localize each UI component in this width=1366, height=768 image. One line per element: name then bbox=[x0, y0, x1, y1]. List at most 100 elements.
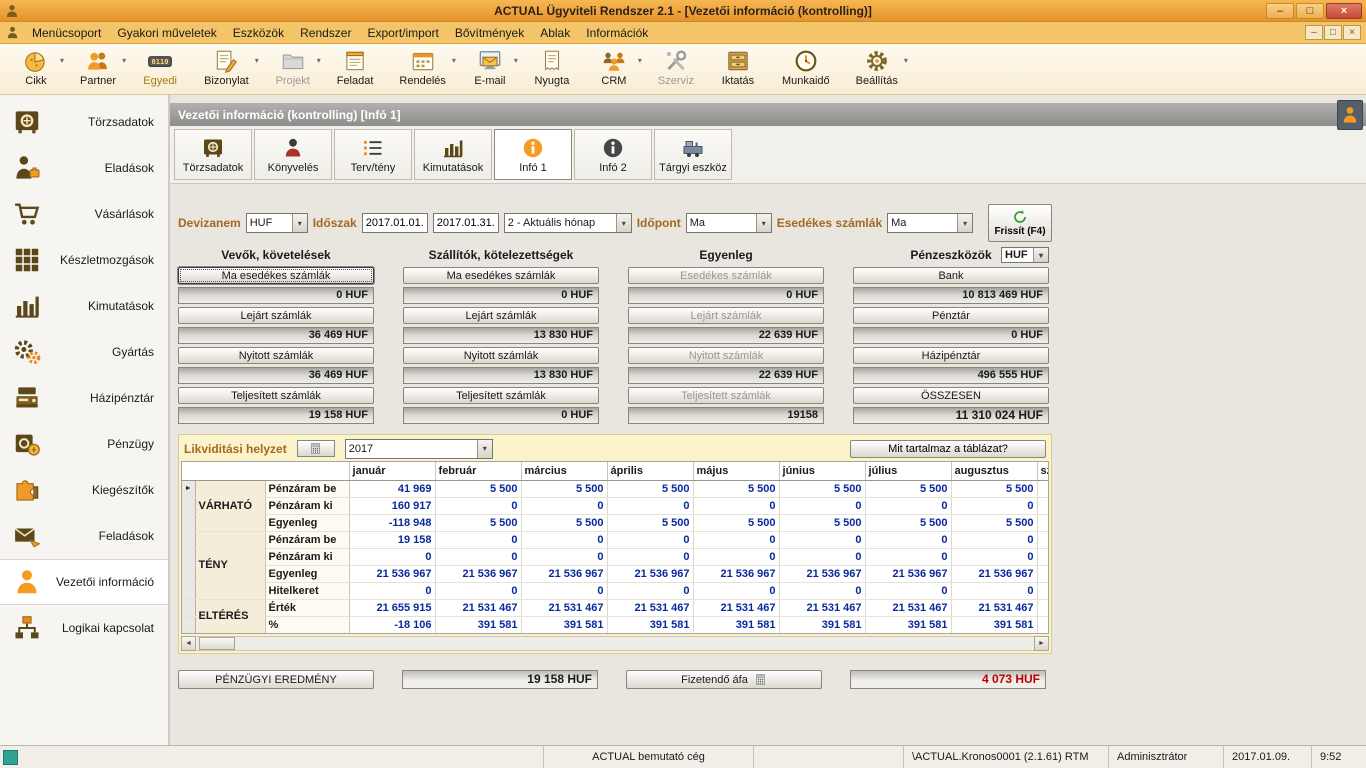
sidebar-item-vasarlasok[interactable]: Vásárlások bbox=[0, 191, 168, 237]
row-selector[interactable] bbox=[182, 531, 195, 548]
row-selector-arrow[interactable]: ► bbox=[182, 480, 195, 497]
date-from-input[interactable] bbox=[362, 213, 428, 233]
mdi-close-button[interactable]: × bbox=[1343, 25, 1361, 40]
summary-button-hazipenztar[interactable]: Házipénztár bbox=[853, 347, 1049, 364]
chevron-down-icon[interactable]: ▾ bbox=[60, 56, 64, 65]
row-selector[interactable] bbox=[182, 616, 195, 633]
summary-button-nyitott-szamlak[interactable]: Nyitott számlák bbox=[403, 347, 599, 364]
mdi-minimize-button[interactable]: – bbox=[1305, 25, 1323, 40]
summary-button-penztar[interactable]: Pénztár bbox=[853, 307, 1049, 324]
summary-button-teljesitett-szamlak[interactable]: Teljesített számlák bbox=[178, 387, 374, 404]
toolbar-item-feladat[interactable]: Feladat bbox=[329, 46, 382, 94]
summary-button-teljesitett-szamlak[interactable]: Teljesített számlák bbox=[403, 387, 599, 404]
tab-info-2[interactable]: Infó 2 bbox=[574, 129, 652, 180]
chevron-down-icon[interactable]: ▾ bbox=[255, 56, 259, 65]
tab-info-1[interactable]: Infó 1 bbox=[494, 129, 572, 180]
toolbar-item-szerviz[interactable]: Szerviz bbox=[650, 46, 702, 94]
toolbar-item-munkaido[interactable]: Munkaidő bbox=[774, 46, 838, 94]
due-select[interactable]: Ma ▾ bbox=[887, 213, 973, 233]
row-label: Hitelkeret bbox=[265, 582, 349, 599]
toolbar-item-e-mail[interactable]: ▾E-mail bbox=[464, 46, 516, 94]
toolbar-item-egyedi[interactable]: 0110Egyedi bbox=[134, 46, 186, 94]
scroll-right-button[interactable]: ► bbox=[1034, 636, 1049, 651]
chevron-down-icon[interactable]: ▾ bbox=[317, 56, 321, 65]
toolbar-item-projekt[interactable]: ▾Projekt bbox=[267, 46, 319, 94]
toolbar-item-nyugta[interactable]: Nyugta bbox=[526, 46, 578, 94]
chevron-down-icon[interactable]: ▾ bbox=[904, 56, 908, 65]
toolbar-item-beallitas[interactable]: ▾Beállítás bbox=[848, 46, 906, 94]
minimize-button[interactable]: – bbox=[1266, 3, 1294, 19]
close-button[interactable]: × bbox=[1326, 3, 1362, 19]
date-to-input[interactable] bbox=[433, 213, 499, 233]
summary-button-bank[interactable]: Bank bbox=[853, 267, 1049, 284]
mdi-restore-button[interactable]: □ bbox=[1324, 25, 1342, 40]
row-label: Pénzáram ki bbox=[265, 548, 349, 565]
sidebar-item-logikai-kapcsolat[interactable]: Logikai kapcsolat bbox=[0, 605, 168, 651]
refresh-button[interactable]: Frissít (F4) bbox=[988, 204, 1052, 242]
row-selector[interactable] bbox=[182, 582, 195, 599]
toolbar-item-iktatas[interactable]: Iktatás bbox=[712, 46, 764, 94]
scroll-left-button[interactable]: ◄ bbox=[181, 636, 196, 651]
toolbar-item-cikk[interactable]: ▾Cikk bbox=[10, 46, 62, 94]
chevron-down-icon[interactable]: ▾ bbox=[638, 56, 642, 65]
toolbar-item-rendeles[interactable]: ▾Rendelés bbox=[391, 46, 453, 94]
chevron-down-icon[interactable]: ▾ bbox=[452, 56, 456, 65]
period-preset-select[interactable]: 2 - Aktuális hónap ▾ bbox=[504, 213, 632, 233]
sidebar-item-kiegeszitok[interactable]: Kiegészítők bbox=[0, 467, 168, 513]
maximize-button[interactable]: □ bbox=[1296, 3, 1324, 19]
menu-item-informaciok[interactable]: Információk bbox=[578, 23, 656, 43]
sidebar-item-penzugy[interactable]: Pénzügy bbox=[0, 421, 168, 467]
menu-item-export-import[interactable]: Export/import bbox=[359, 23, 446, 43]
row-selector[interactable] bbox=[182, 599, 195, 616]
menu-item-eszkozok[interactable]: Eszközök bbox=[225, 23, 292, 43]
tab-terv-teny[interactable]: Terv/tény bbox=[334, 129, 412, 180]
menu-item-rendszer[interactable]: Rendszer bbox=[292, 23, 359, 43]
tab-konyveles[interactable]: Könyvelés bbox=[254, 129, 332, 180]
menu-item-menucsoport[interactable]: Menücsoport bbox=[24, 23, 109, 43]
summary-button-nyitott-szamlak[interactable]: Nyitott számlák bbox=[178, 347, 374, 364]
sidebar-item-hazipenztar[interactable]: Házipénztár bbox=[0, 375, 168, 421]
tab-targyi-eszkoz[interactable]: Tárgyi eszköz bbox=[654, 129, 732, 180]
menu-item-bovitmenyek[interactable]: Bővítmények bbox=[447, 23, 532, 43]
scrollbar-track[interactable] bbox=[196, 636, 1034, 651]
sidebar-item-kimutatasok[interactable]: Kimutatások bbox=[0, 283, 168, 329]
table-info-button[interactable]: Mit tartalmaz a táblázat? bbox=[850, 440, 1046, 458]
menu-item-gyakori-muveletek[interactable]: Gyakori műveletek bbox=[109, 23, 224, 43]
year-select[interactable]: 2017 ▾ bbox=[345, 439, 493, 459]
row-selector[interactable] bbox=[182, 497, 195, 514]
toolbar-item-partner[interactable]: ▾Partner bbox=[72, 46, 124, 94]
menu-item-ablak[interactable]: Ablak bbox=[532, 23, 578, 43]
chevron-down-icon[interactable]: ▾ bbox=[514, 56, 518, 65]
tab-kimutatasok[interactable]: Kimutatások bbox=[414, 129, 492, 180]
toolbar-item-crm[interactable]: ▾CRM bbox=[588, 46, 640, 94]
tab-torzsadatok[interactable]: Törzsadatok bbox=[174, 129, 252, 180]
user-button[interactable] bbox=[1337, 100, 1363, 130]
page-title-bar: Vezetői információ (kontrolling) [Infó 1… bbox=[170, 103, 1366, 126]
cell-value: 0 bbox=[779, 548, 865, 565]
cell-value: 0 bbox=[521, 582, 607, 599]
row-selector[interactable] bbox=[182, 514, 195, 531]
horizontal-scrollbar[interactable]: ◄ ► bbox=[181, 636, 1049, 651]
currency-select[interactable]: HUF ▾ bbox=[246, 213, 308, 233]
summary-button-ma-esedekes-szamlak[interactable]: Ma esedékes számlák bbox=[178, 267, 374, 284]
row-selector[interactable] bbox=[182, 565, 195, 582]
sidebar-item-vezetoi-informacio[interactable]: Vezetői információ bbox=[0, 559, 168, 605]
financial-result-button[interactable]: PÉNZÜGYI EREDMÉNY bbox=[178, 670, 374, 689]
liquidity-calc-button[interactable] bbox=[297, 440, 335, 457]
summary-button-osszesen[interactable]: ÖSSZESEN bbox=[853, 387, 1049, 404]
sidebar-item-feladasok[interactable]: Feladások bbox=[0, 513, 168, 559]
summary-currency-select[interactable]: HUF▾ bbox=[1001, 247, 1049, 263]
toolbar-item-bizonylat[interactable]: ▾Bizonylat bbox=[196, 46, 257, 94]
sidebar-item-eladasok[interactable]: Eladások bbox=[0, 145, 168, 191]
scrollbar-thumb[interactable] bbox=[199, 637, 235, 650]
sidebar-item-keszletmozgasok[interactable]: Készletmozgások bbox=[0, 237, 168, 283]
vat-payable-button[interactable]: Fizetendő áfa bbox=[626, 670, 822, 689]
summary-button-lejart-szamlak[interactable]: Lejárt számlák bbox=[178, 307, 374, 324]
summary-button-lejart-szamlak[interactable]: Lejárt számlák bbox=[403, 307, 599, 324]
chevron-down-icon[interactable]: ▾ bbox=[122, 56, 126, 65]
sidebar-item-torzsadatok[interactable]: Törzsadatok bbox=[0, 99, 168, 145]
summary-button-ma-esedekes-szamlak[interactable]: Ma esedékes számlák bbox=[403, 267, 599, 284]
sidebar-item-gyartas[interactable]: Gyártás bbox=[0, 329, 168, 375]
row-selector[interactable] bbox=[182, 548, 195, 565]
time-select[interactable]: Ma ▾ bbox=[686, 213, 772, 233]
